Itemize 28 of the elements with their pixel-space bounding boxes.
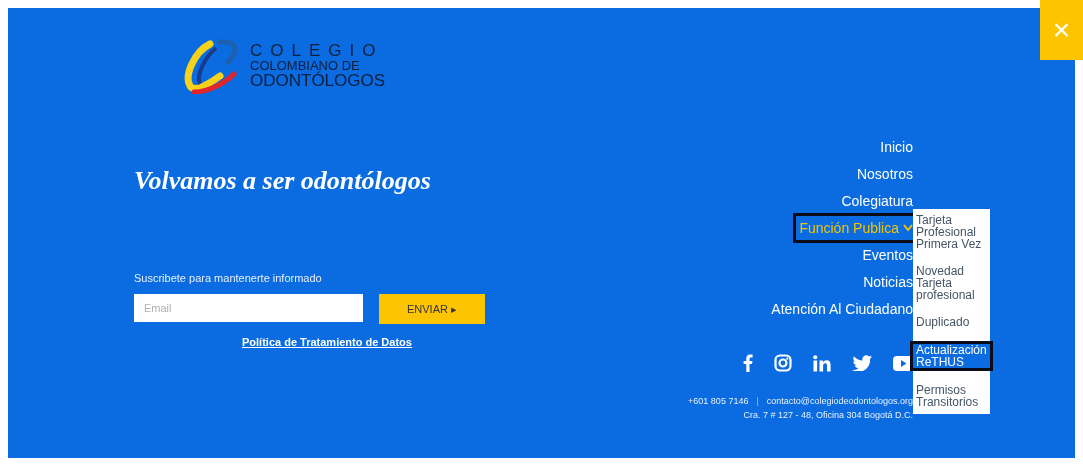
separator: |: [756, 396, 759, 406]
send-button[interactable]: ENVIAR ▸: [379, 294, 485, 324]
policy-link[interactable]: Política de Tratamiento de Datos: [242, 336, 412, 348]
linkedin-icon[interactable]: [813, 354, 831, 372]
instagram-icon[interactable]: [774, 354, 792, 372]
logo-title: COLEGIO: [250, 41, 385, 59]
nav-link[interactable]: Inicio: [874, 133, 916, 160]
contact-phone: +601 805 7146: [688, 396, 749, 406]
chevron-icon: [903, 224, 913, 232]
tagline: Volvamos a ser odontólogos: [134, 166, 431, 196]
newsletter-label: Suscribete para mantenerte informado: [134, 272, 322, 284]
nav-link[interactable]: Noticias: [857, 268, 916, 295]
dropdown-item[interactable]: Permisos Transitorios: [913, 382, 990, 410]
nav-link[interactable]: Nosotros: [850, 160, 916, 187]
contact-address: Cra. 7 # 127 - 48, Oficina 304 Bogotá D.C.: [743, 410, 913, 420]
nav-link[interactable]: Eventos: [856, 241, 916, 268]
logo-subtitle: ODONTÓLOGOS: [250, 71, 386, 89]
dropdown-item[interactable]: Novedad Tarjeta profesional: [913, 263, 990, 303]
nav-link[interactable]: Atención Al Ciudadano: [765, 295, 916, 322]
dropdown-item[interactable]: Tarjeta Profesional Primera Vez: [913, 212, 990, 252]
email-field[interactable]: Email: [134, 294, 363, 322]
dropdown-item[interactable]: Actualización ReTHUS: [910, 341, 993, 371]
bird-icon[interactable]: [852, 355, 872, 371]
facebook-icon[interactable]: [743, 354, 753, 372]
nav-link[interactable]: Colegiatura: [835, 187, 916, 214]
dropdown-item[interactable]: Duplicado: [913, 314, 990, 330]
logo-subtitle: COLOMBIANO DE: [250, 58, 360, 72]
contact-email: contacto@colegiodeodontologos.org: [766, 396, 913, 406]
